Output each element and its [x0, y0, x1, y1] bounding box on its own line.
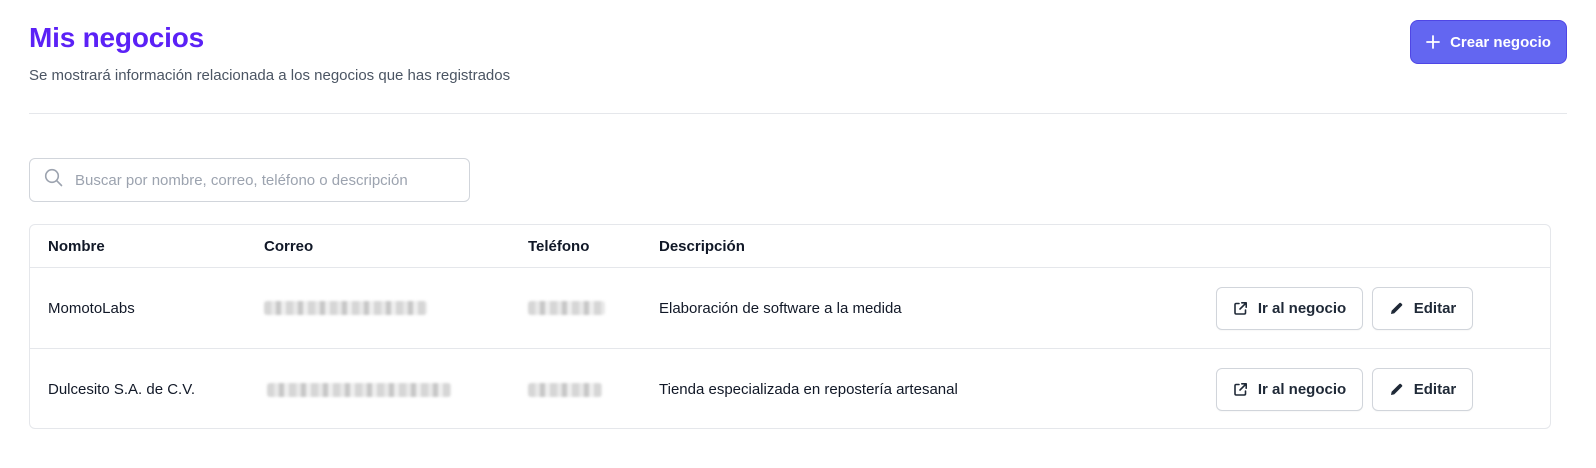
edit-label: Editar: [1413, 381, 1457, 398]
table-header-row: Nombre Correo Teléfono Descripción: [30, 225, 1550, 268]
page-header: Mis negocios Se mostrará información rel…: [29, 0, 1567, 114]
business-name: MomotoLabs: [48, 299, 135, 317]
column-header-email: Correo: [264, 237, 314, 255]
business-email-blurred: [264, 349, 451, 428]
search-input[interactable]: [75, 171, 445, 189]
business-phone-blurred: [528, 349, 602, 428]
row-actions: Ir al negocio Editar: [1216, 349, 1473, 428]
column-header-phone: Teléfono: [528, 237, 590, 255]
go-to-business-button[interactable]: Ir al negocio: [1216, 286, 1363, 330]
row-actions: Ir al negocio Editar: [1216, 268, 1473, 348]
edit-button[interactable]: Editar: [1372, 368, 1473, 411]
business-description: Tienda especializada en repostería artes…: [659, 381, 958, 398]
edit-label: Editar: [1413, 299, 1457, 317]
table-row: Dulcesito S.A. de C.V. Tienda especializ…: [30, 349, 1550, 428]
business-table: Nombre Correo Teléfono Descripción Momot…: [29, 224, 1551, 429]
go-to-business-label: Ir al negocio: [1257, 381, 1347, 398]
edit-button[interactable]: Editar: [1372, 286, 1473, 330]
plus-icon: [1426, 35, 1440, 49]
go-to-business-label: Ir al negocio: [1257, 299, 1347, 317]
table-row: MomotoLabs Elaboración de software a la …: [30, 268, 1550, 349]
blurred-text: [267, 382, 451, 397]
external-link-icon: [1233, 301, 1248, 316]
search-icon: [44, 168, 63, 192]
external-link-icon: [1233, 382, 1248, 397]
blurred-text: [528, 301, 605, 315]
business-email-blurred: [264, 268, 427, 348]
column-header-description: Descripción: [659, 237, 745, 255]
search-field[interactable]: [29, 158, 470, 202]
business-description: Elaboración de software a la medida: [659, 299, 902, 317]
business-name: Dulcesito S.A. de C.V.: [48, 381, 196, 398]
page-title: Mis negocios: [29, 22, 204, 53]
page-subtitle: Se mostrará información relacionada a lo…: [29, 67, 511, 84]
pencil-icon: [1389, 382, 1404, 397]
pencil-icon: [1389, 301, 1404, 316]
create-business-button[interactable]: Crear negocio: [1410, 20, 1567, 64]
create-business-label: Crear negocio: [1450, 33, 1551, 51]
blurred-text: [528, 382, 602, 397]
go-to-business-button[interactable]: Ir al negocio: [1216, 368, 1363, 411]
blurred-text: [264, 301, 427, 315]
column-header-name: Nombre: [48, 237, 105, 255]
business-phone-blurred: [528, 268, 605, 348]
